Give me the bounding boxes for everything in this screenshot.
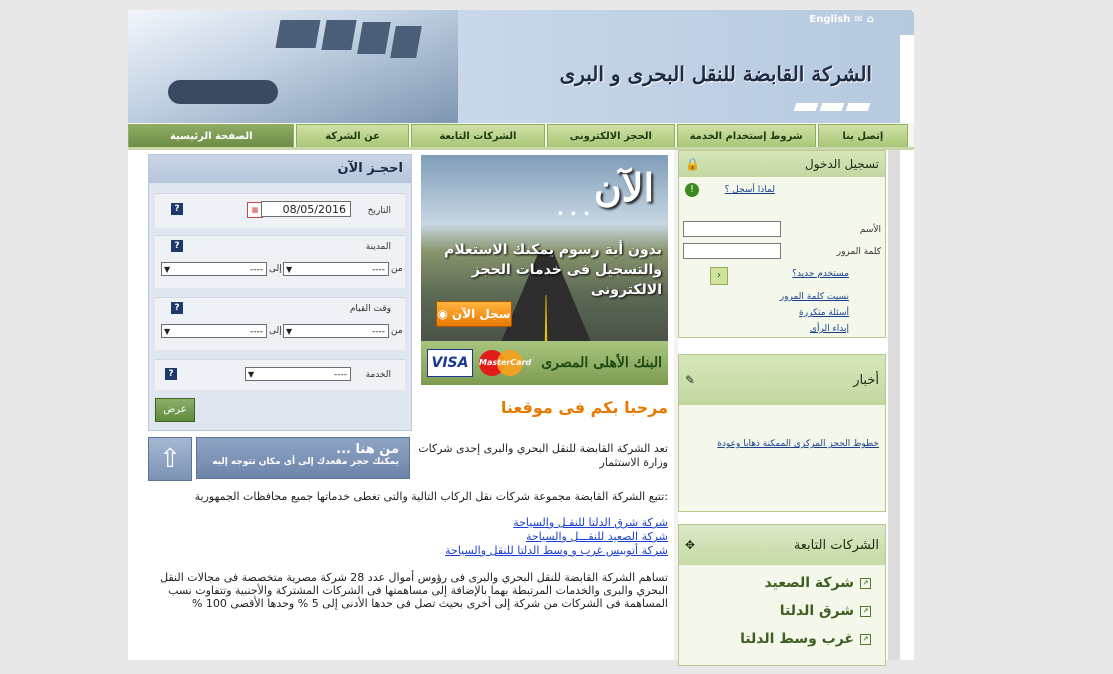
nav-online-booking[interactable]: الحجز الالكترونى [547,124,675,148]
link-west-delta[interactable]: شركة أتوبيس غرب و وسط الدلتا للنقل والسي… [388,544,668,558]
to-label: إلى [269,326,282,336]
name-input[interactable] [683,221,781,237]
name-label: الأسم [859,225,881,235]
login-go-button[interactable]: ‹ [710,267,728,285]
payment-cards: VISA MasterCard البنك الأهلى المصرى [421,341,668,385]
link-icon: ↗ [860,577,871,589]
from-here-title: من هنا ... [336,442,399,457]
main-nav: الصفحة الرئيسية عن الشركة الشركات التابع… [128,123,914,148]
password-label: كلمة المرور [836,247,881,257]
service-row: ? ▼ ---- الخدمة [155,359,405,390]
from-here-box[interactable]: ⇧ من هنا ... يمكنك حجز مقعدك إلى أى مكان… [148,437,410,481]
help-icon[interactable]: ? [165,368,177,380]
subsidiaries-header: الشركات التابعة ✥ [679,525,885,565]
city-row: ? المدينة ▼ ---- إلى ▼ ---- من [155,235,405,288]
about-paragraph: تساهم الشركة القابضة للنقل البحري والبرى… [160,571,668,610]
bank-logo: البنك الأهلى المصرى [541,355,662,371]
password-input[interactable] [683,243,781,259]
city-to-select[interactable]: ▼ ---- [161,262,267,276]
time-to-select[interactable]: ▼ ---- [161,324,267,338]
booking-title: احجـز الآن [149,155,411,183]
nav-subsidiaries[interactable]: الشركات التابعة [410,124,546,148]
link-east-delta[interactable]: شركة شرق الدلتا للنقـل والسياحة [388,516,668,530]
login-header: تسجيل الدخول 🔒 [679,151,885,177]
nav-terms[interactable]: شروط إستخدام الخدمة [676,124,816,148]
feedback-link[interactable]: إبداء الرأى [810,324,849,334]
subsidiary-item[interactable]: ↗ شركة الصعيد [764,575,871,591]
booking-box: احجـز الآن ? ▦ 08/05/2016 التاريخ ? المد… [148,154,412,431]
help-icon[interactable]: ? [171,302,183,314]
right-sidebar: تسجيل الدخول 🔒 لماذا أسجل ؟ ! الأسم كلمة… [678,150,886,674]
site-title: الشركة القابضة للنقل البحرى و البرى [559,62,872,86]
login-box: تسجيل الدخول 🔒 لماذا أسجل ؟ ! الأسم كلمة… [678,150,886,338]
arrow-circle-icon: ◉ [437,307,448,321]
date-input[interactable]: 08/05/2016 [261,201,351,217]
help-icon[interactable]: ? [171,240,183,252]
service-label: الخدمة [365,370,391,380]
time-row: ? وقت القيام ▼ ---- إلى ▼ ---- من [155,297,405,350]
header-links: English ✉ ⌂ [809,14,874,25]
link-icon: ↗ [860,633,871,645]
home-icon[interactable]: ⌂ [867,14,874,25]
intro-text: تعد الشركة القابضة للنقل البحري والبرى إ… [418,442,668,469]
header-stripes [793,103,871,111]
login-title: تسجيل الدخول [805,157,879,171]
promo-banner[interactable]: الآن . . . بدون أية رسوم يمكنك الاستعلام… [421,155,668,385]
link-icon: ↗ [860,605,871,617]
subsidiaries-title: الشركات التابعة [793,537,879,553]
subsidiary-item[interactable]: ↗ شرق الدلتا [780,603,871,619]
from-label: من [391,264,403,274]
site-header: English ✉ ⌂ الشركة القابضة للنقل البحرى … [128,10,914,123]
mail-icon[interactable]: ✉ [854,14,862,25]
news-item-link[interactable]: خطوط الحجز المركزى الممكنة ذهابا وعودة [709,439,879,449]
new-user-link[interactable]: مستخدم جديد؟ [792,269,849,279]
lock-icon: 🔒 [685,157,700,171]
arrows-icon: ✥ [685,538,696,552]
banner-headline: الآن [593,165,654,210]
date-row: ? ▦ 08/05/2016 التاريخ [155,193,405,228]
city-label: المدينة [365,242,391,252]
date-label: التاريخ [367,206,391,216]
mastercard-logo: MasterCard [479,350,531,376]
page-container: English ✉ ⌂ الشركة القابضة للنقل البحرى … [128,10,914,666]
bus-banner-image [128,10,458,123]
news-title: أخبار [853,372,879,388]
nav-home[interactable]: الصفحة الرئيسية [128,124,295,148]
faq-link[interactable]: أسئلة متكررة [799,308,849,318]
forgot-password-link[interactable]: نسيت كلمة المرور [780,292,849,302]
subsidiary-links: شركة شرق الدلتا للنقـل والسياحة شركة الص… [388,516,668,558]
service-select[interactable]: ▼ ---- [245,367,351,381]
register-now-button[interactable]: سجل الآن ◉ [436,301,512,327]
link-upper-egypt[interactable]: شركة الصعيد للنقـــل والسياحة [388,530,668,544]
from-label: من [391,326,403,336]
time-label: وقت القيام [349,304,391,314]
why-register-link[interactable]: لماذا أسجل ؟ [725,185,775,195]
english-link[interactable]: English [809,14,850,25]
time-from-select[interactable]: ▼ ---- [283,324,389,338]
up-arrow-icon[interactable]: ⇧ [148,437,192,481]
banner-subtext: بدون أية رسوم يمكنك الاستعلام والتسجيل ف… [444,242,662,298]
nav-about[interactable]: عن الشركة [296,124,409,148]
banner-dots: . . . [556,199,590,220]
follow-text: :تتبع الشركة القابضة مجموعة شركات نقل ال… [194,490,668,503]
visa-logo: VISA [427,349,473,377]
info-icon: ! [685,183,699,197]
from-here-subtitle: يمكنك حجز مقعدك إلى أى مكان تتوجه إليه [212,457,399,467]
nav-contact[interactable]: إتصل بنا [817,124,908,148]
news-header: أخبار ✎ [679,355,885,405]
city-from-select[interactable]: ▼ ---- [283,262,389,276]
show-button[interactable]: عرض [155,398,195,422]
to-label: إلى [269,264,282,274]
newspaper-icon: ✎ [685,373,696,387]
help-icon[interactable]: ? [171,203,183,215]
welcome-heading: مرحبا بكم فى موقعنا [500,398,668,417]
news-box: أخبار ✎ خطوط الحجز المركزى الممكنة ذهابا… [678,354,886,512]
